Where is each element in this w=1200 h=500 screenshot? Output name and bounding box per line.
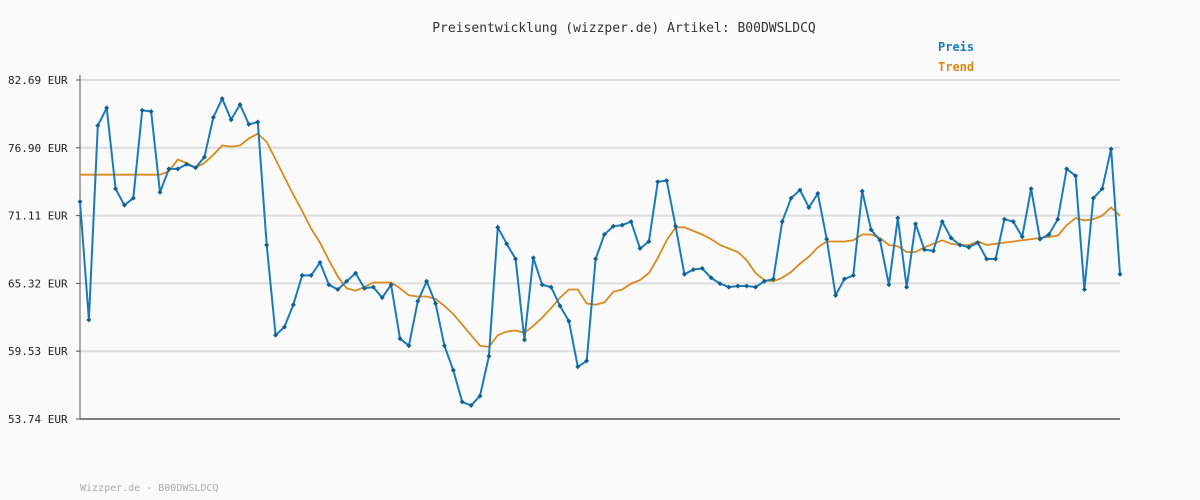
price-point <box>859 188 865 194</box>
chart-title: Preisentwicklung (wizzper.de) Artikel: B… <box>432 21 816 36</box>
legend-preis: Preis <box>938 40 974 54</box>
price-point <box>139 107 145 113</box>
price-point <box>664 178 670 184</box>
price-point <box>148 108 154 114</box>
price-point <box>930 248 936 254</box>
price-point <box>779 219 785 225</box>
price-chart: Preisentwicklung (wizzper.de) Artikel: B… <box>8 21 1123 494</box>
series-group <box>77 96 1123 408</box>
price-point <box>593 256 599 262</box>
price-line <box>79 96 1121 407</box>
price-point <box>1028 186 1034 192</box>
price-point <box>86 317 92 323</box>
y-tick-label: 71.11 EUR <box>8 210 68 223</box>
price-point <box>1117 271 1123 277</box>
price-point <box>913 221 919 227</box>
price-point <box>521 337 527 343</box>
price-point <box>255 119 261 125</box>
price-point <box>1001 216 1007 222</box>
price-point <box>157 189 163 195</box>
price-point <box>993 256 999 262</box>
trend-line <box>80 132 1121 348</box>
y-tick-label: 59.53 EUR <box>8 345 68 358</box>
grid-lines <box>80 79 1120 353</box>
price-point <box>450 367 456 373</box>
price-point <box>264 242 270 248</box>
price-point <box>486 353 492 359</box>
legend-trend: Trend <box>938 60 974 74</box>
footer-text: Wizzper.de - B00DWSLDCQ <box>80 483 218 494</box>
price-point <box>299 272 305 278</box>
y-tick-label: 82.69 EUR <box>8 74 68 87</box>
price-point <box>904 284 910 290</box>
price-point <box>441 343 447 349</box>
price-point <box>166 166 172 172</box>
price-point <box>530 255 536 261</box>
price-point <box>433 301 439 307</box>
price-point <box>1081 286 1087 292</box>
y-tick-label: 76.90 EUR <box>8 142 68 155</box>
price-point <box>655 179 661 185</box>
y-tick-label: 53.74 EUR <box>8 413 68 426</box>
price-point <box>77 199 83 205</box>
y-tick-label: 65.32 EUR <box>8 277 68 290</box>
price-point <box>850 272 856 278</box>
y-axis-ticks: 82.69 EUR 76.90 EUR 71.11 EUR 65.32 EUR 59.5… <box>8 74 80 426</box>
